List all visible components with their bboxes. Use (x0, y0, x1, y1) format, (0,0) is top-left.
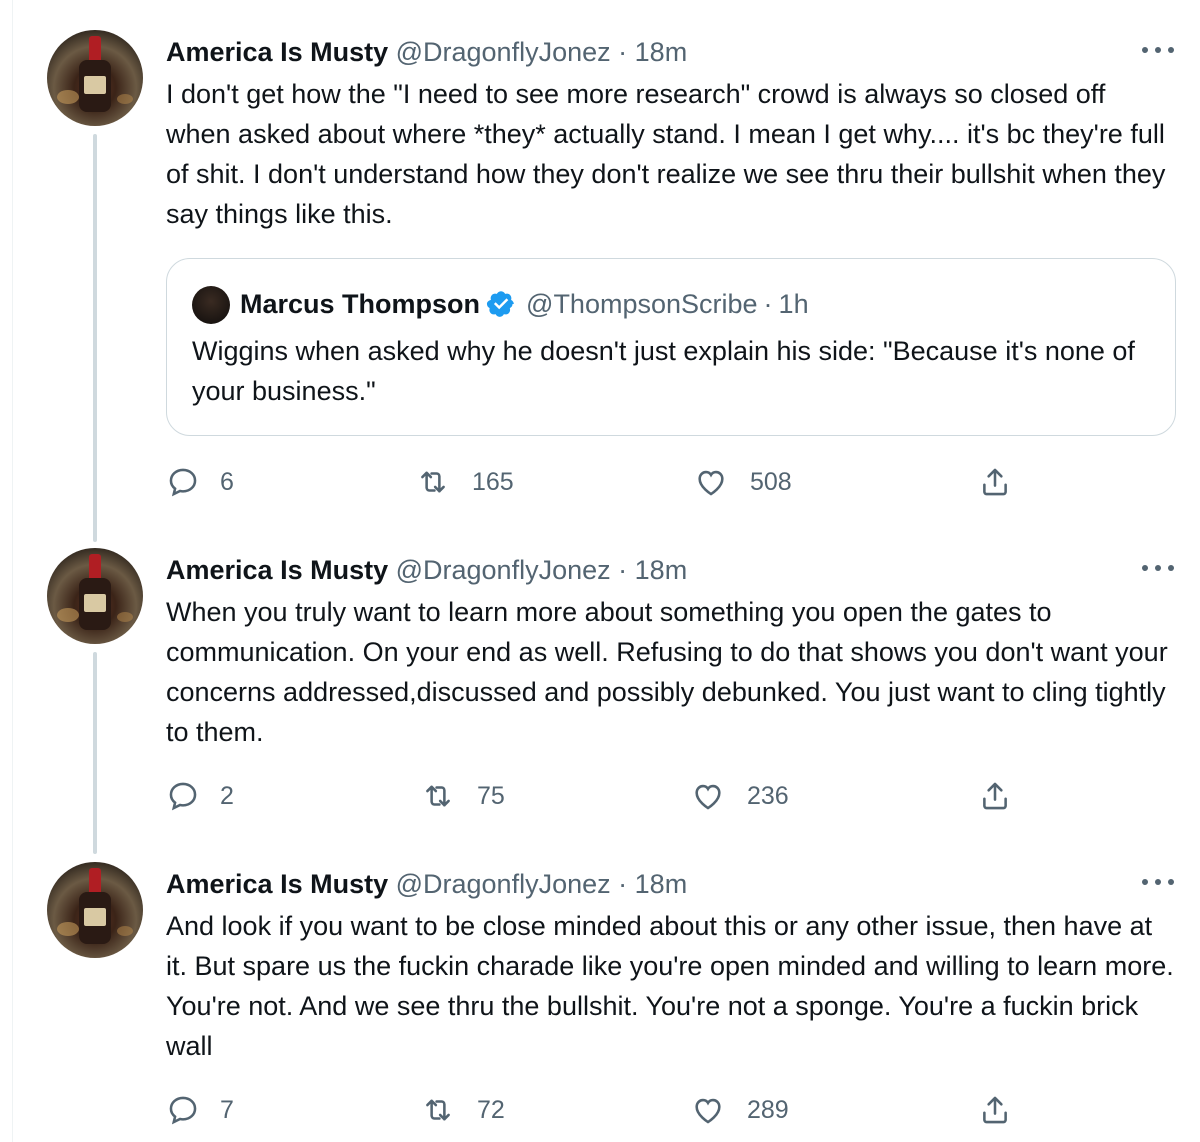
avatar[interactable] (47, 862, 143, 958)
retweet-icon (426, 1099, 450, 1121)
retweet-count: 75 (477, 781, 505, 810)
separator-dot: · (618, 555, 628, 585)
retweet-button[interactable]: 165 (416, 462, 514, 502)
tweet-actions: 6 165 508 (166, 462, 1176, 502)
tweet-header: America Is Musty @DragonflyJonez · 18m (166, 34, 687, 70)
author-handle[interactable]: @DragonflyJonez (396, 37, 611, 67)
quoted-avatar (192, 286, 230, 324)
reply-count: 7 (220, 1095, 234, 1124)
retweet-button[interactable]: 75 (421, 776, 505, 816)
tweet-actions: 7 72 289 (166, 1090, 1176, 1130)
thread-connector (93, 652, 97, 854)
like-count: 289 (747, 1095, 789, 1124)
retweet-count: 165 (472, 467, 514, 496)
reply-count: 6 (220, 467, 234, 496)
retweet-icon (421, 471, 445, 493)
share-button[interactable] (978, 1090, 1012, 1130)
separator-dot: · (618, 37, 628, 67)
quoted-author-handle: @ThompsonScribe (526, 289, 758, 319)
author-name[interactable]: America Is Musty (166, 869, 388, 899)
tweet-header: America Is Musty @DragonflyJonez · 18m (166, 552, 687, 588)
tweet-text: And look if you want to be close minded … (166, 911, 1174, 1061)
heart-icon (698, 470, 724, 496)
heart-icon (695, 1098, 721, 1124)
like-button[interactable]: 236 (691, 776, 789, 816)
like-count: 236 (747, 781, 789, 810)
timeline-border (12, 0, 13, 1142)
more-dots-icon[interactable] (1142, 868, 1174, 896)
reply-icon (169, 1096, 197, 1125)
tweet-text: When you truly want to learn more about … (166, 597, 1168, 747)
separator-dot: · (763, 289, 773, 319)
like-count: 508 (750, 467, 792, 496)
reply-button[interactable]: 6 (166, 462, 234, 502)
reply-count: 2 (220, 781, 234, 810)
verified-badge-icon (486, 291, 514, 317)
author-name[interactable]: America Is Musty (166, 555, 388, 585)
quoted-tweet[interactable]: Marcus Thompson @ThompsonScribe · 1h Wig… (166, 258, 1176, 436)
reply-icon (169, 782, 197, 811)
timestamp[interactable]: 18m (635, 37, 688, 67)
quoted-tweet-text: Wiggins when asked why he doesn't just e… (192, 336, 1135, 406)
reply-button[interactable]: 2 (166, 776, 234, 816)
more-dots-icon[interactable] (1142, 554, 1174, 582)
avatar[interactable] (47, 548, 143, 644)
thread-connector (93, 134, 97, 542)
quoted-header: Marcus Thompson @ThompsonScribe · 1h (240, 285, 809, 323)
timestamp[interactable]: 18m (635, 555, 688, 585)
share-button[interactable] (978, 462, 1012, 502)
reply-icon (169, 468, 197, 497)
share-button[interactable] (978, 776, 1012, 816)
retweet-button[interactable]: 72 (421, 1090, 505, 1130)
tweet-text: I don't get how the "I need to see more … (166, 79, 1166, 229)
separator-dot: · (618, 869, 628, 899)
retweet-icon (426, 785, 450, 807)
quoted-author-name: Marcus Thompson (240, 289, 481, 319)
share-icon (983, 1096, 1007, 1124)
more-dots-icon[interactable] (1142, 36, 1174, 64)
share-icon (983, 782, 1007, 810)
tweet-header: America Is Musty @DragonflyJonez · 18m (166, 866, 687, 902)
share-icon (983, 468, 1007, 496)
tweet-actions: 2 75 236 (166, 776, 1176, 816)
like-button[interactable]: 289 (691, 1090, 789, 1130)
avatar[interactable] (47, 30, 143, 126)
quoted-timestamp: 1h (778, 289, 809, 319)
author-handle[interactable]: @DragonflyJonez (396, 555, 611, 585)
author-name[interactable]: America Is Musty (166, 37, 388, 67)
heart-icon (695, 784, 721, 810)
retweet-count: 72 (477, 1095, 505, 1124)
reply-button[interactable]: 7 (166, 1090, 234, 1130)
timestamp[interactable]: 18m (635, 869, 688, 899)
like-button[interactable]: 508 (694, 462, 792, 502)
author-handle[interactable]: @DragonflyJonez (396, 869, 611, 899)
